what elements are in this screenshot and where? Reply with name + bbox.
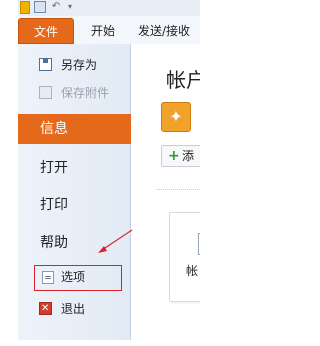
annotation-arrow: [98, 229, 133, 253]
